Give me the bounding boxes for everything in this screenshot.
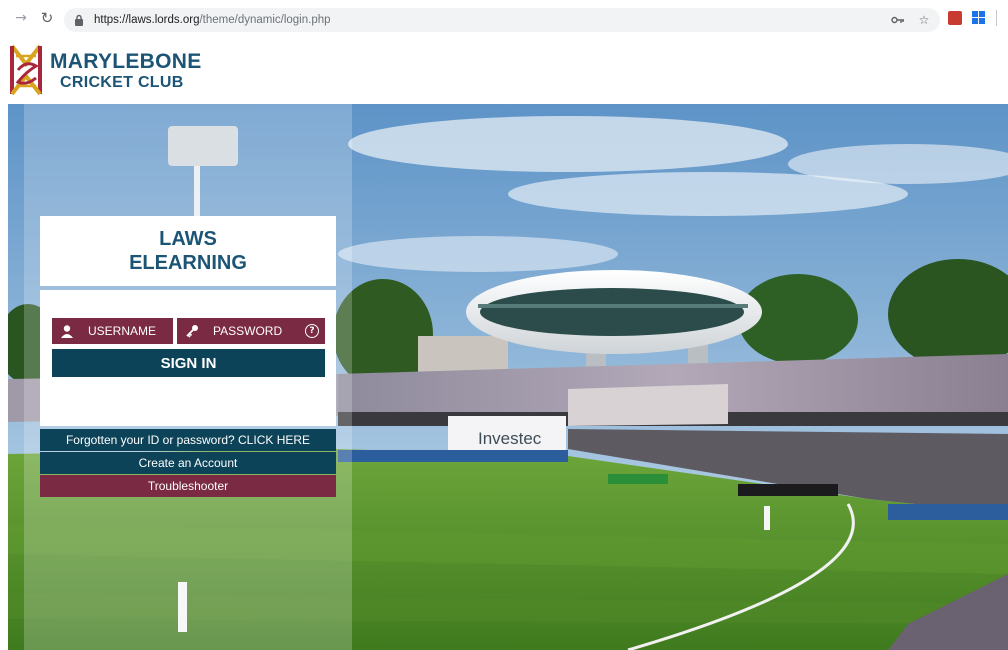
username-field[interactable] [52,318,173,344]
windows-extension-icon[interactable] [972,11,986,25]
login-title-line1: LAWS [159,228,217,250]
url-text: https://laws.lords.org/theme/dynamic/log… [94,14,331,26]
sign-in-button[interactable]: SIGN IN [52,349,325,377]
url-host: https://laws.lords.org [94,14,200,26]
address-bar[interactable]: https://laws.lords.org/theme/dynamic/log… [64,8,940,32]
toolbar-separator [996,10,997,26]
username-input[interactable] [88,324,168,338]
brand-name-line2: CRICKET CLUB [60,74,184,91]
forgot-password-link[interactable]: Forgotten your ID or password? CLICK HER… [40,429,336,451]
site-header: MARYLEBONE CRICKET CLUB [0,36,1008,104]
investec-banner: Investec [478,429,542,448]
create-account-link[interactable]: Create an Account [40,452,336,474]
lock-icon [74,14,86,26]
star-icon[interactable]: ☆ [916,12,932,28]
reload-icon[interactable]: ↻ [36,7,58,29]
login-form: ? SIGN IN [40,290,336,426]
key-icon[interactable] [890,12,906,28]
password-input[interactable] [213,324,303,338]
brand-name-line1: MARYLEBONE [50,50,202,73]
login-title-line2: ELEARNING [129,252,247,274]
browser-toolbar: → ↻ https://laws.lords.org/theme/dynamic… [0,0,1008,36]
user-icon [52,324,82,338]
pdf-extension-icon[interactable] [948,11,962,25]
back-arrow-icon[interactable]: → [10,7,32,29]
password-field[interactable]: ? [177,318,325,344]
url-path: /theme/dynamic/login.php [199,14,331,26]
key-icon [177,324,207,338]
login-title-box: LAWS ELEARNING [40,216,336,286]
mcc-logo-icon[interactable] [8,42,44,98]
help-icon[interactable]: ? [305,324,319,338]
troubleshooter-link[interactable]: Troubleshooter [40,475,336,497]
